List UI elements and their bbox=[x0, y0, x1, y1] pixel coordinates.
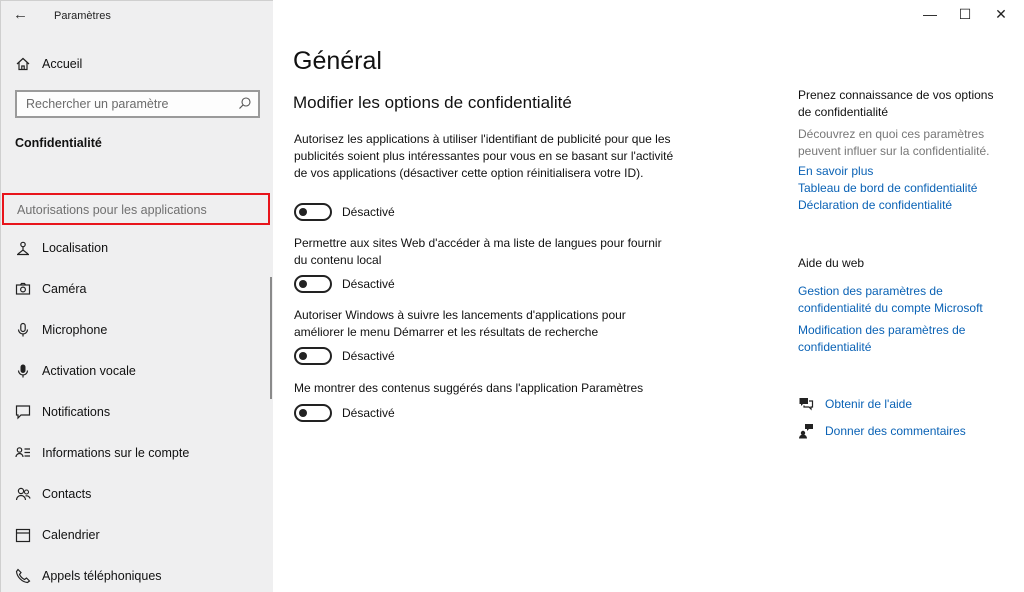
sidebar-scrollbar[interactable] bbox=[270, 277, 272, 399]
sidebar-item-camera[interactable]: Caméra bbox=[1, 269, 274, 309]
toggle-state-label: Désactivé bbox=[342, 277, 395, 291]
section-subtitle: Modifier les options de confidentialité bbox=[293, 93, 572, 112]
sidebar: ← Paramètres Accueil Confidentialité Aut… bbox=[0, 0, 273, 592]
minimize-icon: — bbox=[923, 6, 937, 22]
privacy-options-heading: Prenez connaissance de vos options de co… bbox=[798, 88, 994, 119]
close-icon: ✕ bbox=[995, 6, 1007, 22]
toggle-knob bbox=[299, 352, 307, 360]
toggle-knob bbox=[299, 409, 307, 417]
option-text: Permettre aux sites Web d'accéder à ma l… bbox=[294, 236, 662, 267]
sidebar-item-account-info[interactable]: Informations sur le compte bbox=[1, 433, 274, 473]
page-title: Général bbox=[293, 47, 382, 75]
microsoft-account-privacy-link[interactable]: Gestion des paramètres de confidentialit… bbox=[798, 283, 998, 317]
give-feedback-link[interactable]: Donner des commentaires bbox=[825, 423, 966, 440]
web-help-heading: Aide du web bbox=[798, 256, 865, 270]
phone-calls-icon bbox=[14, 567, 32, 585]
sidebar-item-label: Notifications bbox=[42, 405, 111, 419]
toggle-state-label: Désactivé bbox=[342, 406, 395, 420]
sidebar-item-label: Contacts bbox=[42, 487, 92, 501]
maximize-icon: ☐ bbox=[958, 6, 972, 22]
option-text: Autoriser Windows à suivre les lancement… bbox=[294, 308, 626, 339]
sidebar-item-label: Accueil bbox=[42, 57, 83, 71]
sidebar-item-label: Autorisations pour les applications bbox=[17, 203, 207, 217]
contacts-icon bbox=[14, 485, 32, 503]
location-icon bbox=[14, 239, 32, 257]
suggested-content-toggle[interactable] bbox=[294, 404, 332, 422]
sidebar-item-label: Localisation bbox=[42, 241, 109, 255]
search-box[interactable] bbox=[15, 90, 260, 118]
sidebar-item-notifications[interactable]: Notifications bbox=[1, 392, 274, 432]
sidebar-item-phone-calls[interactable]: Appels téléphoniques bbox=[1, 556, 274, 592]
sidebar-item-microphone[interactable]: Microphone bbox=[1, 310, 274, 350]
search-input[interactable] bbox=[26, 97, 231, 111]
app-launch-tracking-toggle[interactable] bbox=[294, 347, 332, 365]
app-title: Paramètres bbox=[54, 10, 111, 22]
privacy-options-description: Découvrez en quoi ces paramètres peuvent… bbox=[798, 127, 990, 158]
notifications-icon bbox=[14, 403, 32, 421]
privacy-dashboard-link[interactable]: Tableau de bord de confidentialité bbox=[798, 180, 977, 197]
toggle-knob bbox=[299, 208, 307, 216]
sidebar-item-label: Calendrier bbox=[42, 528, 100, 542]
camera-icon bbox=[14, 280, 32, 298]
microphone-icon bbox=[14, 321, 32, 339]
get-help-link[interactable]: Obtenir de l'aide bbox=[825, 396, 912, 413]
minimize-button[interactable]: — bbox=[920, 4, 940, 24]
calendar-icon bbox=[14, 526, 32, 544]
close-button[interactable]: ✕ bbox=[991, 4, 1011, 24]
sidebar-item-calendar[interactable]: Calendrier bbox=[1, 515, 274, 555]
feedback-icon bbox=[798, 423, 814, 439]
sidebar-item-label: Activation vocale bbox=[42, 364, 136, 378]
maximize-button[interactable]: ☐ bbox=[955, 4, 975, 24]
learn-more-link[interactable]: En savoir plus bbox=[798, 163, 873, 180]
sidebar-item-contacts[interactable]: Contacts bbox=[1, 474, 274, 514]
option-text: Me montrer des contenus suggérés dans l'… bbox=[294, 381, 644, 395]
section-title: Confidentialité bbox=[15, 136, 102, 150]
home-icon bbox=[14, 55, 32, 73]
sidebar-item-home[interactable]: Accueil bbox=[1, 44, 274, 84]
toggle-knob bbox=[299, 280, 307, 288]
toggle-state-label: Désactivé bbox=[342, 349, 395, 363]
change-privacy-settings-link[interactable]: Modification des paramètres de confident… bbox=[798, 322, 998, 356]
back-button[interactable]: ← bbox=[13, 5, 33, 25]
back-arrow-icon: ← bbox=[13, 6, 28, 23]
privacy-statement-link[interactable]: Déclaration de confidentialité bbox=[798, 197, 952, 214]
sidebar-item-app-permissions[interactable]: Autorisations pour les applications bbox=[2, 193, 270, 225]
get-help-icon bbox=[798, 396, 814, 412]
ad-id-toggle[interactable] bbox=[294, 203, 332, 221]
sidebar-item-label: Caméra bbox=[42, 282, 87, 296]
search-icon[interactable] bbox=[238, 96, 252, 110]
language-list-toggle[interactable] bbox=[294, 275, 332, 293]
voice-activation-icon bbox=[14, 362, 32, 380]
sidebar-item-label: Microphone bbox=[42, 323, 108, 337]
sidebar-item-voice-activation[interactable]: Activation vocale bbox=[1, 351, 274, 391]
sidebar-item-location[interactable]: Localisation bbox=[1, 228, 274, 268]
toggle-state-label: Désactivé bbox=[342, 205, 395, 219]
option-text: Autorisez les applications à utiliser l'… bbox=[294, 132, 674, 180]
account-info-icon bbox=[14, 444, 32, 462]
sidebar-item-label: Appels téléphoniques bbox=[42, 569, 162, 583]
sidebar-item-label: Informations sur le compte bbox=[42, 446, 190, 460]
